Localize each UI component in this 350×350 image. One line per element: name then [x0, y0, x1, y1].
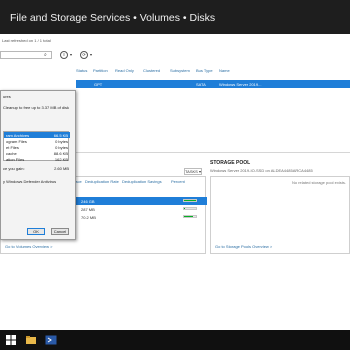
dialog-description: y Windows Defender Antivirus: [3, 179, 57, 184]
taskbar: [0, 330, 350, 350]
storage-pool-title: STORAGE POOL: [210, 160, 251, 166]
refresh-icon[interactable]: ⟳: [80, 51, 88, 59]
storage-pool-subtitle: Windows Server 2019-IO-SSD on ALDEA4485A…: [210, 168, 313, 173]
column-dedup-savings[interactable]: Deduplication Savings: [122, 179, 162, 184]
column-name[interactable]: Name: [219, 68, 230, 73]
column-dedup-rate[interactable]: Deduplication Rate: [85, 179, 119, 184]
tasks-dropdown-button[interactable]: TASKS ▾: [184, 168, 202, 175]
disk-cleanup-dialog: ures Cleanup to free up to 3.37 MB of di…: [0, 90, 76, 240]
storage-pool-empty-text: No related storage pool exists.: [291, 180, 346, 185]
volume-free-cell: 287 MB: [81, 207, 95, 212]
column-bus-type[interactable]: Bus Type: [196, 68, 213, 73]
volume-percent-fill: [184, 200, 196, 201]
disk-bus-type-cell: SATA: [196, 82, 206, 87]
volumes-overview-link[interactable]: Go to Volumes Overview >: [5, 244, 52, 249]
server-manager-workarea: Last refreshed on 1 / 1 total ⌕ ≡ ▾ ⟳ ▾ …: [0, 34, 350, 330]
window-title-bar: File and Storage Services • Volumes • Di…: [0, 0, 350, 34]
chevron-down-icon[interactable]: ▾: [70, 52, 72, 57]
refresh-subtitle: Last refreshed on 1 / 1 total: [2, 38, 51, 43]
disk-row-selected[interactable]: GPT SATA Windows Server 2019...: [76, 80, 350, 88]
dialog-title: ures: [3, 94, 11, 99]
volume-percent-bar: [183, 199, 197, 202]
search-icon[interactable]: ⌕: [44, 52, 50, 58]
storage-pool-box: No related storage pool exists. Go to St…: [210, 176, 350, 254]
start-icon[interactable]: [4, 333, 18, 347]
ok-button[interactable]: OK: [27, 228, 45, 235]
total-space-value: 2.60 MB: [54, 166, 69, 171]
list-item-size: 162 KB: [54, 157, 68, 162]
column-partition[interactable]: Partition: [93, 68, 108, 73]
filter-toolbar: ⌕ ≡ ▾ ⟳ ▾: [0, 49, 350, 61]
filter-input[interactable]: ⌕: [0, 51, 52, 59]
column-status[interactable]: Status: [76, 68, 87, 73]
cancel-button[interactable]: Cancel: [51, 228, 69, 235]
column-read-only[interactable]: Read Only: [115, 68, 134, 73]
total-space-label: ce you gain:: [3, 166, 25, 171]
file-explorer-icon[interactable]: [24, 333, 38, 347]
volume-percent-bar: [183, 215, 197, 218]
app-title: File and Storage Services • Volumes • Di…: [10, 12, 216, 24]
volume-free-cell: 70.2 MB: [81, 215, 96, 220]
disk-name-cell: Windows Server 2019...: [219, 82, 262, 87]
column-percent[interactable]: Percent: [171, 179, 185, 184]
volume-percent-fill: [184, 208, 185, 209]
column-clustered[interactable]: Clustered: [143, 68, 160, 73]
disks-table-header: Status Partition Read Only Clustered Sub…: [0, 66, 350, 76]
powershell-icon[interactable]: [44, 333, 58, 347]
disk-partition-cell: GPT: [94, 82, 103, 87]
list-item-name: ation Files: [6, 157, 25, 162]
list-item[interactable]: ation Files 162 KB: [4, 156, 70, 162]
volume-percent-fill: [184, 216, 193, 217]
volume-free-cell: 246 GB: [81, 199, 95, 204]
storage-pools-overview-link[interactable]: Go to Storage Pools Overview >: [215, 244, 272, 249]
storage-pool-section: STORAGE POOL Windows Server 2019-IO-SSD …: [210, 160, 350, 270]
dialog-line1: Cleanup to free up to 3.37 MB of disk: [3, 105, 70, 110]
view-options-icon[interactable]: ≡: [60, 51, 68, 59]
chevron-down-icon[interactable]: ▾: [90, 52, 92, 57]
files-to-delete-list: ram Archives 66.5 KB ogram Files 0 bytes…: [3, 131, 70, 162]
volume-percent-bar: [183, 207, 197, 210]
column-subsystem[interactable]: Subsystem: [170, 68, 190, 73]
